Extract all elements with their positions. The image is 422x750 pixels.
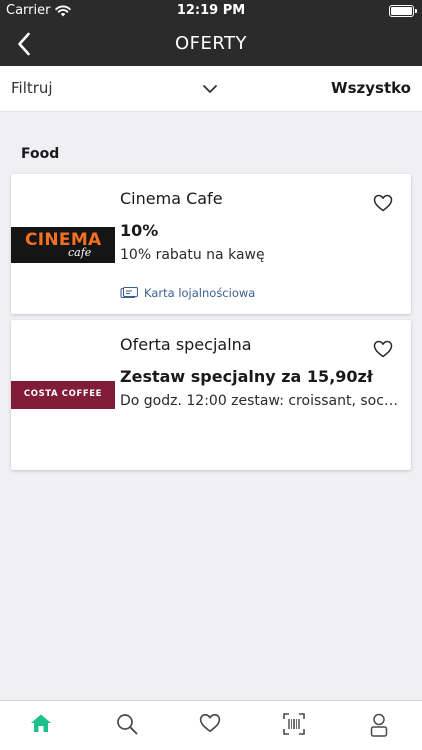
loyalty-card-icon <box>120 287 138 299</box>
loyalty-card-label: Karta lojalnościowa <box>144 286 256 300</box>
cinema-cafe-logo: CINEMA cafe <box>11 227 115 263</box>
nav-bar: OFERTY <box>0 22 422 66</box>
offer-card-costa-coffee[interactable]: COSTA COFFEE Oferta specjalna Zestaw spe… <box>11 320 411 470</box>
logo-text: COSTA COFFEE <box>23 389 103 399</box>
costa-coffee-logo: COSTA COFFEE <box>11 381 115 409</box>
home-icon <box>31 714 51 732</box>
offer-card-cinema-cafe[interactable]: CINEMA cafe Cinema Cafe 10% 10% rabatu n… <box>11 174 411 314</box>
tab-home[interactable] <box>21 713 61 741</box>
filter-label: Filtruj <box>11 79 53 97</box>
user-icon <box>370 713 388 737</box>
section-title: Food <box>21 146 60 162</box>
offer-description: Do godz. 12:00 zestaw: croissant, soczek… <box>120 393 404 409</box>
search-icon <box>117 714 138 735</box>
loyalty-card-tag: Karta lojalnościowa <box>120 286 255 300</box>
offer-headline: 10% <box>120 221 159 240</box>
battery-level <box>391 7 412 15</box>
status-time: 12:19 PM <box>176 3 246 18</box>
chevron-down-icon[interactable] <box>202 83 218 95</box>
filter-value[interactable]: Wszystko <box>331 79 411 97</box>
offer-headline: Zestaw specjalny za 15,90zł <box>120 367 373 386</box>
heart-outline-icon[interactable] <box>373 194 393 212</box>
logo-subtext: cafe <box>68 246 92 259</box>
heart-outline-icon[interactable] <box>373 340 393 358</box>
tab-search[interactable] <box>107 713 147 741</box>
tab-favorites[interactable] <box>190 713 230 741</box>
tab-bar <box>0 700 422 750</box>
offer-description: 10% rabatu na kawę <box>120 247 265 263</box>
heart-outline-icon <box>199 713 221 733</box>
offer-name: Oferta specjalna <box>120 335 252 354</box>
offer-name: Cinema Cafe <box>120 189 223 208</box>
filter-row[interactable]: Filtruj Wszystko <box>0 66 422 112</box>
status-bar: Carrier 12:19 PM <box>0 0 422 22</box>
tab-profile[interactable] <box>359 713 399 741</box>
page-title: OFERTY <box>174 33 248 54</box>
barcode-scan-icon <box>283 713 305 735</box>
tab-scanner[interactable] <box>274 713 314 741</box>
battery-icon <box>389 5 417 17</box>
